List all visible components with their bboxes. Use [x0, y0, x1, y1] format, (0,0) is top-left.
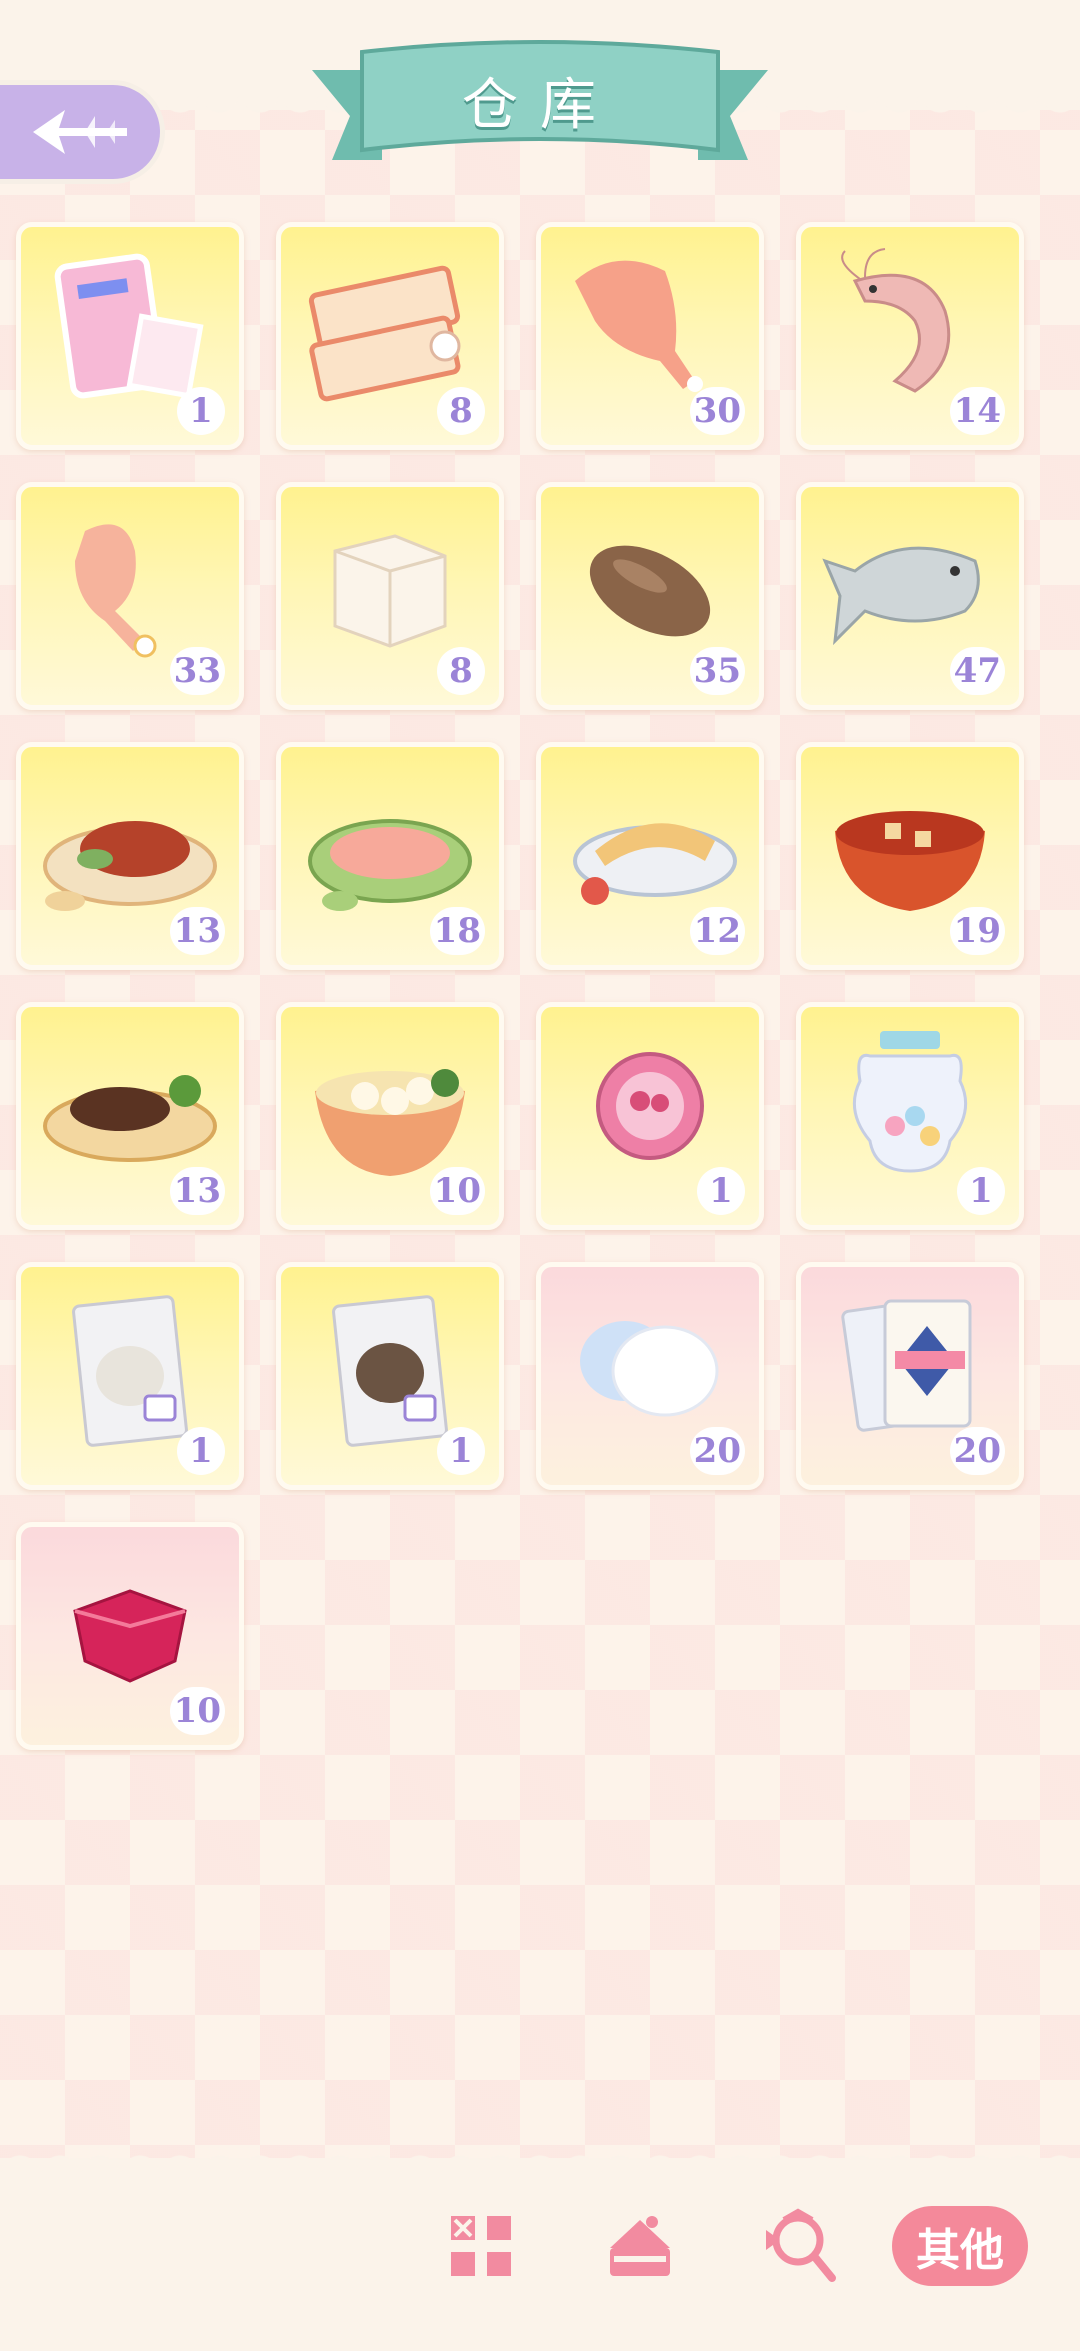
item-playing-cards[interactable]: 20	[796, 1262, 1024, 1490]
item-chicken-leg[interactable]: 33	[16, 482, 244, 710]
item-count: 13	[169, 1167, 225, 1215]
shrimp-dish-icon	[308, 819, 472, 911]
item-count: 20	[949, 1427, 1005, 1475]
item-count: 19	[949, 907, 1005, 955]
item-braised-sea-cucumber-dish[interactable]: 13	[16, 1002, 244, 1230]
item-count: 13	[169, 907, 225, 955]
shrimp-icon	[841, 248, 951, 393]
item-count: 30	[689, 387, 745, 435]
item-count: 1	[697, 1167, 745, 1215]
sliced-chicken-icon	[573, 823, 737, 905]
tab-cake[interactable]	[604, 2206, 676, 2286]
braised-pork-icon	[43, 821, 217, 911]
tab-candy[interactable]	[762, 2206, 838, 2286]
item-pink-badge[interactable]: 1	[536, 1002, 764, 1230]
item-shrimp[interactable]: 14	[796, 222, 1024, 450]
chicken-meat-icon	[575, 260, 703, 392]
photo-cards-icon	[54, 253, 204, 399]
item-mapo-tofu-dish[interactable]: 19	[796, 742, 1024, 970]
item-sea-cucumber[interactable]: 35	[536, 482, 764, 710]
item-red-gem[interactable]: 10	[16, 1522, 244, 1750]
sea-cucumber-dish-icon	[43, 1075, 217, 1162]
item-count: 1	[177, 1427, 225, 1475]
fish-ball-soup-icon	[315, 1069, 465, 1176]
rice-bag-dark-icon	[332, 1295, 448, 1447]
item-count: 35	[689, 647, 745, 695]
tofu-icon	[333, 534, 447, 648]
ticket-icon	[308, 265, 461, 402]
item-braised-pork-dish[interactable]: 13	[16, 742, 244, 970]
red-gem-icon	[73, 1589, 187, 1683]
item-count: 8	[437, 387, 485, 435]
item-count: 18	[429, 907, 485, 955]
item-count: 1	[437, 1427, 485, 1475]
item-candy-jar[interactable]: 1	[796, 1002, 1024, 1230]
item-count: 10	[169, 1687, 225, 1735]
grid-icon	[451, 2216, 511, 2276]
item-dark-rice-bag[interactable]: 1	[276, 1262, 504, 1490]
item-fish-ball-soup[interactable]: 10	[276, 1002, 504, 1230]
title-ribbon: 仓库	[312, 40, 768, 180]
badge-icon	[596, 1052, 704, 1160]
item-fish[interactable]: 47	[796, 482, 1024, 710]
item-tofu[interactable]: 8	[276, 482, 504, 710]
page-title: 仓库	[462, 72, 618, 138]
item-meal-tickets[interactable]: 8	[276, 222, 504, 450]
cotton-cloud-icon	[580, 1321, 719, 1417]
mapo-tofu-icon	[835, 811, 985, 911]
item-cotton-cloud[interactable]: 20	[536, 1262, 764, 1490]
playing-cards-icon	[841, 1299, 972, 1432]
item-sliced-chicken-dish[interactable]: 12	[536, 742, 764, 970]
item-chicken-meat[interactable]: 30	[536, 222, 764, 450]
tab-other[interactable]: 其他	[892, 2206, 1028, 2286]
item-shrimp-dish[interactable]: 18	[276, 742, 504, 970]
item-white-rice-bag[interactable]: 1	[16, 1262, 244, 1490]
item-count: 10	[429, 1167, 485, 1215]
candy-icon	[766, 2208, 836, 2282]
item-count: 47	[949, 647, 1005, 695]
item-count: 1	[957, 1167, 1005, 1215]
item-count: 8	[437, 647, 485, 695]
tab-items[interactable]	[446, 2206, 516, 2286]
cake-icon	[610, 2216, 670, 2276]
rice-bag-white-icon	[72, 1295, 188, 1447]
inventory-grid: 1 8 30 14 33 8 35 47 13 18 12 19 13 10 1…	[16, 222, 1056, 1750]
sea-cucumber-icon	[589, 545, 711, 637]
fish-icon	[822, 546, 980, 646]
item-count: 12	[689, 907, 745, 955]
chicken-leg-icon	[75, 524, 157, 658]
item-count: 14	[949, 387, 1005, 435]
candy-jar-icon	[852, 1031, 968, 1173]
item-photo-cards[interactable]: 1	[16, 222, 244, 450]
back-button[interactable]	[0, 80, 165, 184]
item-count: 1	[177, 387, 225, 435]
item-count: 20	[689, 1427, 745, 1475]
back-arrow-icon	[33, 110, 127, 154]
item-count: 33	[169, 647, 225, 695]
